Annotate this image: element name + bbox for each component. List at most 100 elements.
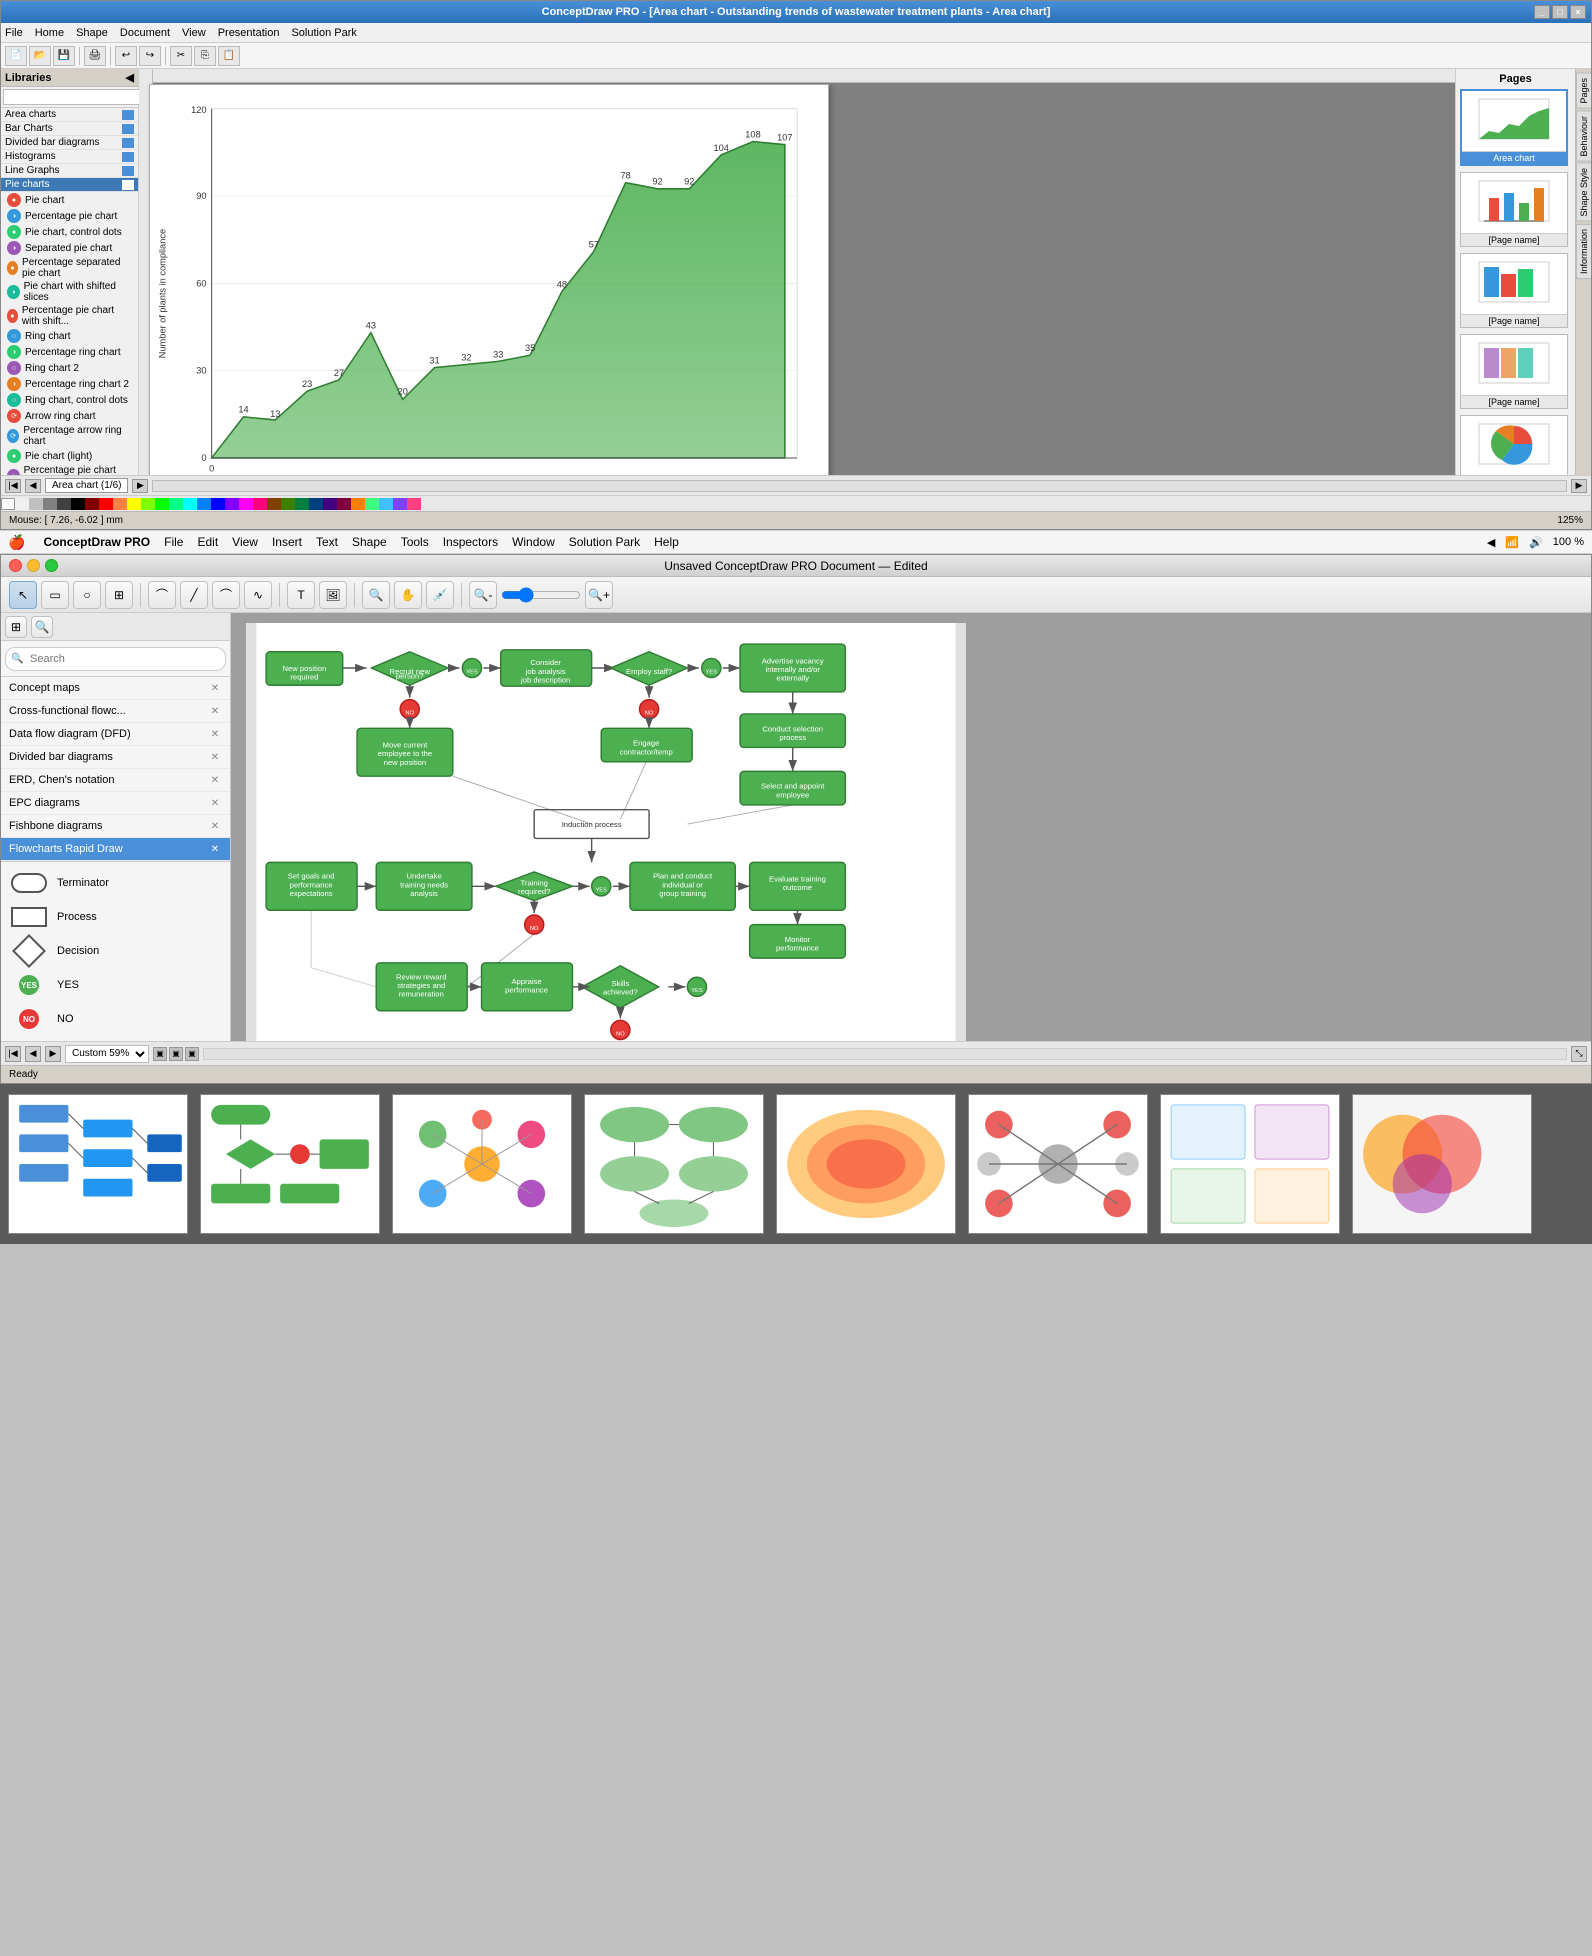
menu-home[interactable]: Home bbox=[35, 27, 64, 39]
menu-view[interactable]: View bbox=[182, 27, 206, 39]
thumb-3[interactable] bbox=[392, 1094, 572, 1234]
lib-item-pct-shifted[interactable]: ● Percentage pie chart with shift... bbox=[1, 304, 138, 328]
close-cat-cross[interactable]: ✕ bbox=[208, 704, 222, 718]
color-black[interactable] bbox=[71, 498, 85, 510]
lib-cat-area-charts[interactable]: Area charts bbox=[1, 108, 138, 122]
lib-item-sep-pie[interactable]: ◑ Separated pie chart bbox=[1, 240, 138, 256]
chart-scrollbar[interactable] bbox=[152, 480, 1567, 492]
menu-presentation[interactable]: Presentation bbox=[218, 27, 280, 39]
shape-no[interactable]: NO NO bbox=[5, 1002, 226, 1036]
open-btn[interactable]: 📂 bbox=[29, 46, 51, 66]
fullscreen-btn-mac[interactable] bbox=[45, 559, 58, 572]
menu-file[interactable]: File bbox=[5, 27, 23, 39]
collapse-icon[interactable]: ◀ bbox=[126, 71, 134, 84]
color-blue[interactable] bbox=[197, 498, 211, 510]
line-tool[interactable]: ╱ bbox=[180, 581, 208, 609]
lib-cat-divided[interactable]: Divided bar diagrams bbox=[1, 136, 138, 150]
mac-menu-text[interactable]: Text bbox=[316, 535, 338, 549]
lib-item-ring[interactable]: ○ Ring chart bbox=[1, 328, 138, 344]
page-thumb-5[interactable]: [Page name] bbox=[1460, 415, 1568, 475]
nav-prev[interactable]: ◀ bbox=[25, 479, 41, 493]
color-light-gray[interactable] bbox=[15, 498, 29, 510]
zoom-slider[interactable] bbox=[501, 587, 581, 603]
hand-tool[interactable]: ✋ bbox=[394, 581, 422, 609]
lib-item-ring2[interactable]: ○ Ring chart 2 bbox=[1, 360, 138, 376]
cat-epc[interactable]: EPC diagrams ✕ bbox=[1, 792, 230, 815]
shape-terminator[interactable]: Terminator bbox=[5, 866, 226, 900]
close-cat-dfd[interactable]: ✕ bbox=[208, 727, 222, 741]
lib-item-pct-ring[interactable]: ◑ Percentage ring chart bbox=[1, 344, 138, 360]
lib-item-pie-light[interactable]: ● Pie chart (light) bbox=[1, 448, 138, 464]
close-cat-flowcharts[interactable]: ✕ bbox=[208, 842, 222, 856]
close-cat-fishbone[interactable]: ✕ bbox=[208, 819, 222, 833]
lib-cat-bar-charts[interactable]: Bar Charts bbox=[1, 122, 138, 136]
color-spring[interactable] bbox=[365, 498, 379, 510]
connect-tool[interactable]: ⌒ bbox=[148, 581, 176, 609]
cat-divided-bar[interactable]: Divided bar diagrams ✕ bbox=[1, 746, 230, 769]
nav-first-btn[interactable]: |◀ bbox=[5, 1046, 21, 1062]
lib-item-ring-ctrl[interactable]: ○ Ring chart, control dots bbox=[1, 392, 138, 408]
lib-cat-histograms[interactable]: Histograms bbox=[1, 150, 138, 164]
sidebar-grid-btn[interactable]: ⊞ bbox=[5, 616, 27, 638]
save-btn[interactable]: 💾 bbox=[53, 46, 75, 66]
menu-shape[interactable]: Shape bbox=[76, 27, 108, 39]
rect-tool[interactable]: ▭ bbox=[41, 581, 69, 609]
copy-btn[interactable]: ⎘ bbox=[194, 46, 216, 66]
thumb-6[interactable] bbox=[968, 1094, 1148, 1234]
flowchart-paper[interactable]: New position required Recruit new person… bbox=[246, 623, 966, 1041]
color-gray[interactable] bbox=[29, 498, 43, 510]
close-cat-divided[interactable]: ✕ bbox=[208, 750, 222, 764]
thumb-2[interactable] bbox=[200, 1094, 380, 1234]
search-input[interactable] bbox=[5, 647, 226, 671]
lib-item-pct-pie-light[interactable]: ◑ Percentage pie chart (light) bbox=[1, 464, 138, 475]
thumb-8[interactable] bbox=[1352, 1094, 1532, 1234]
nav-next-btn[interactable]: ▶ bbox=[45, 1046, 61, 1062]
lib-item-shifted-pie[interactable]: ◑ Pie chart with shifted slices bbox=[1, 280, 138, 304]
zoom-in-tool[interactable]: 🔍 bbox=[362, 581, 390, 609]
mac-menu-edit[interactable]: Edit bbox=[197, 535, 218, 549]
cat-cross-functional[interactable]: Cross-functional flowc... ✕ bbox=[1, 700, 230, 723]
close-cat-erd[interactable]: ✕ bbox=[208, 773, 222, 787]
cat-concept-maps[interactable]: Concept maps ✕ bbox=[1, 677, 230, 700]
mac-menu-file[interactable]: File bbox=[164, 535, 183, 549]
color-magenta[interactable] bbox=[239, 498, 253, 510]
nav-right[interactable]: ▶ bbox=[1571, 479, 1587, 493]
cat-dfd[interactable]: Data flow diagram (DFD) ✕ bbox=[1, 723, 230, 746]
page-dot-1[interactable]: ▣ bbox=[153, 1047, 167, 1061]
zoom-in-btn[interactable]: 🔍+ bbox=[585, 581, 613, 609]
mac-menu-insert[interactable]: Insert bbox=[272, 535, 302, 549]
menu-solution-park[interactable]: Solution Park bbox=[291, 27, 356, 39]
nav-next[interactable]: ▶ bbox=[132, 479, 148, 493]
color-brown[interactable] bbox=[267, 498, 281, 510]
page-thumb-2[interactable]: [Page name] bbox=[1460, 172, 1568, 247]
color-navy[interactable] bbox=[309, 498, 323, 510]
color-maroon[interactable] bbox=[337, 498, 351, 510]
menu-document[interactable]: Document bbox=[120, 27, 170, 39]
thumb-1[interactable] bbox=[8, 1094, 188, 1234]
thumb-7[interactable] bbox=[1160, 1094, 1340, 1234]
page-thumb-3[interactable]: [Page name] bbox=[1460, 253, 1568, 328]
color-lime[interactable] bbox=[141, 498, 155, 510]
close-cat-concept[interactable]: ✕ bbox=[208, 681, 222, 695]
shape-decision[interactable]: Decision bbox=[5, 934, 226, 968]
page-thumb-1[interactable]: Area chart bbox=[1460, 89, 1568, 166]
zoom-select[interactable]: Custom 59% bbox=[65, 1045, 149, 1063]
mac-app-name[interactable]: ConceptDraw PRO bbox=[43, 535, 150, 549]
nav-prev-btn[interactable]: ◀ bbox=[25, 1046, 41, 1062]
color-green[interactable] bbox=[155, 498, 169, 510]
zoom-out-btn[interactable]: 🔍- bbox=[469, 581, 497, 609]
image-tool[interactable]: 🖼 bbox=[319, 581, 347, 609]
color-pink[interactable] bbox=[253, 498, 267, 510]
lib-item-pie-ctrl[interactable]: ● Pie chart, control dots bbox=[1, 224, 138, 240]
nav-first[interactable]: |◀ bbox=[5, 479, 21, 493]
lib-item-arrow-ring[interactable]: ⟳ Arrow ring chart bbox=[1, 408, 138, 424]
lib-item-pct-arrow[interactable]: ⟳ Percentage arrow ring chart bbox=[1, 424, 138, 448]
color-sky[interactable] bbox=[379, 498, 393, 510]
thumb-4[interactable] bbox=[584, 1094, 764, 1234]
chart-paper[interactable]: 0 14 13 23 27 43 20 31 32 33 35 48 57 78… bbox=[149, 84, 829, 475]
eyedropper-tool[interactable]: 💉 bbox=[426, 581, 454, 609]
color-indigo[interactable] bbox=[323, 498, 337, 510]
resize-btn[interactable]: ⤡ bbox=[1571, 1046, 1587, 1062]
tab-shape-style[interactable]: Shape Style bbox=[1576, 163, 1592, 222]
color-yellow[interactable] bbox=[127, 498, 141, 510]
